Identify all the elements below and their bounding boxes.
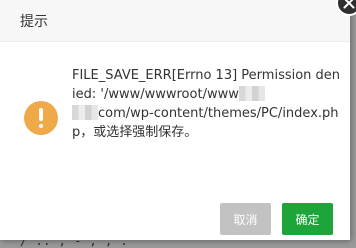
stage: / .. , - , , . 提示 FILE_SAVE_ERR[Errno 13… — [0, 0, 356, 248]
redacted-text — [238, 86, 265, 101]
message-part-2: com/wp-content/themes/PC/index.php，或选择强制… — [72, 106, 339, 140]
dialog-footer: 取消 确定 — [0, 200, 350, 236]
cancel-button[interactable]: 取消 — [220, 203, 271, 235]
dialog-titlebar: 提示 — [0, 0, 350, 42]
dialog-title: 提示 — [20, 13, 48, 30]
exclamation-bar — [39, 108, 43, 121]
alert-dialog: 提示 FILE_SAVE_ERR[Errno 13] Permission de… — [0, 0, 350, 240]
close-icon — [343, 0, 355, 9]
dialog-message: FILE_SAVE_ERR[Errno 13] Permission denie… — [72, 66, 342, 142]
exclamation-icon — [24, 101, 58, 135]
dialog-content: FILE_SAVE_ERR[Errno 13] Permission denie… — [0, 43, 350, 183]
redacted-text-2 — [72, 105, 98, 120]
exclamation-dot — [39, 124, 43, 128]
confirm-button[interactable]: 确定 — [282, 203, 333, 235]
message-part-1: FILE_SAVE_ERR[Errno 13] Permission denie… — [72, 68, 341, 102]
